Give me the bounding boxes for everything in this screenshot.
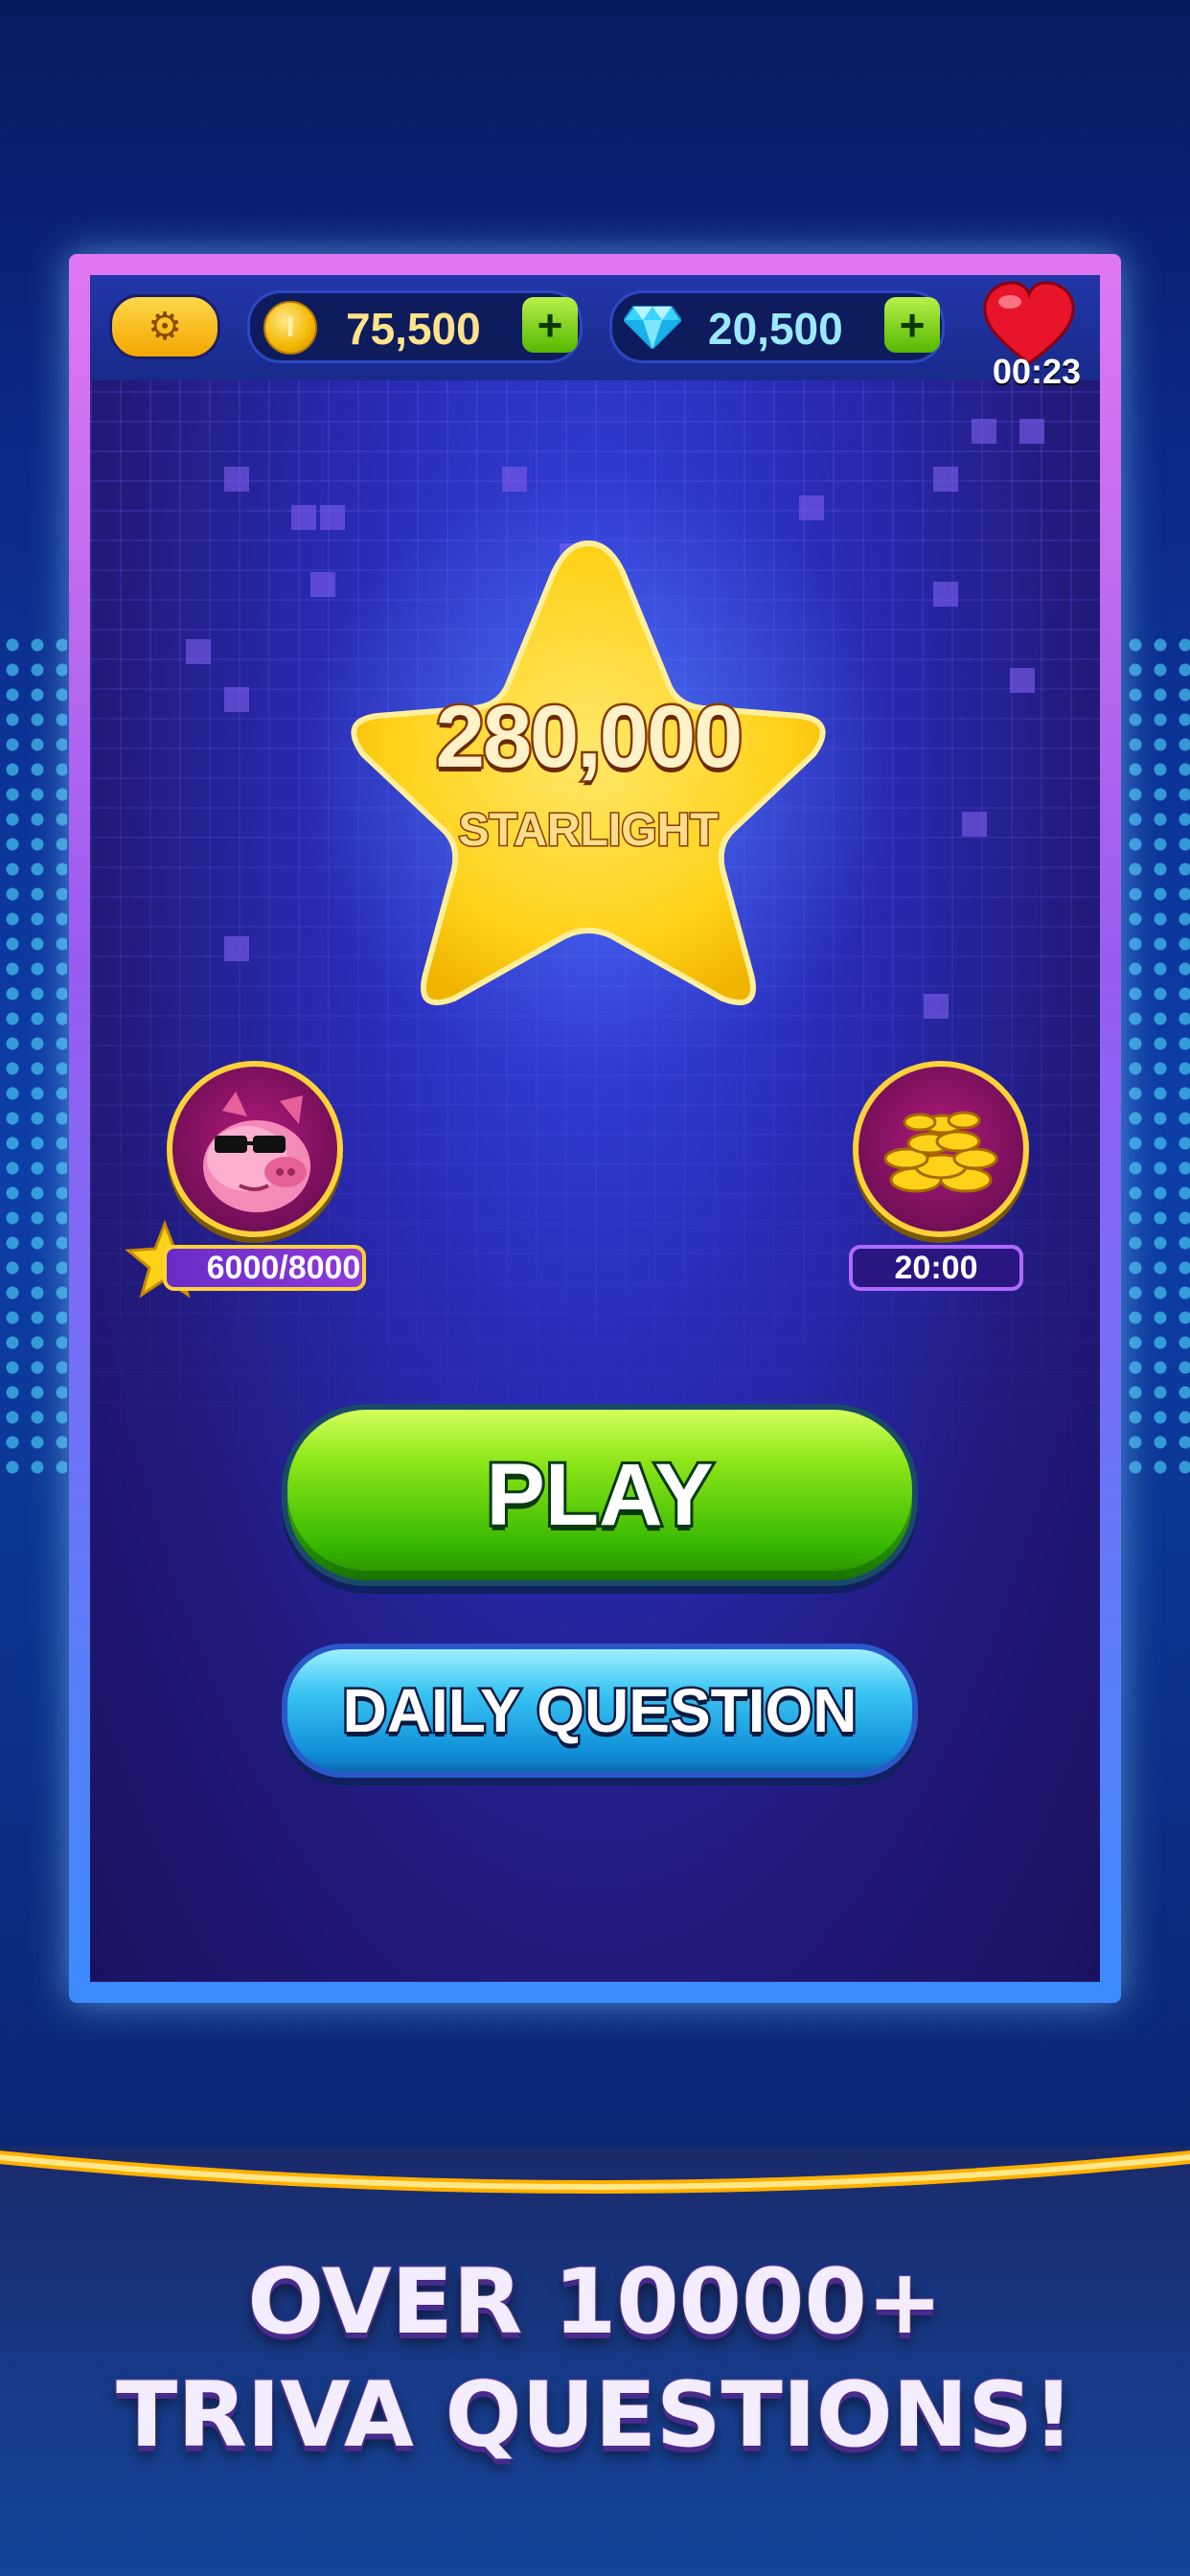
diamond-icon [624,306,681,349]
settings-button[interactable]: ⚙ [109,294,220,359]
play-button[interactable]: PLAY [282,1404,918,1586]
grid-tile [186,639,211,664]
coins-value: 75,500 [346,304,481,354]
game-screen: ⚙ I 75,500 + 20,500 + 00:23 280,000 STAR… [90,275,1100,1982]
daily-question-button[interactable]: DAILY QUESTION [282,1644,918,1778]
promo-headline-line2: TRIVA QUESTIONS! [115,2362,1075,2469]
right-dot-pattern [1123,632,1190,1476]
coin-reward-timer: 20:00 [849,1245,1023,1291]
coin-reward-button[interactable] [853,1061,1029,1237]
phone-frame: ⚙ I 75,500 + 20,500 + 00:23 280,000 STAR… [69,254,1121,2003]
top-bar: ⚙ I 75,500 + 20,500 + 00:23 [90,275,1100,391]
promo-headline-line1: OVER 10000+ [246,2249,943,2356]
gems-counter: 20,500 + [609,290,945,363]
piggy-progress-badge: 6000/8000 [163,1245,366,1291]
piggy-bank-icon [203,1092,310,1212]
coins-counter: I 75,500 + [247,290,583,363]
gems-value: 20,500 [708,304,843,354]
score-value: 280,000 [433,686,745,789]
score-label: STARLIGHT [457,804,720,858]
lives-timer: 00:23 [992,352,1081,391]
coin-icon: I [263,301,317,355]
gear-icon: ⚙ [148,306,182,348]
grid-tile [1019,419,1044,444]
gold-arc-divider [0,2150,1190,2194]
piggy-bank-button[interactable] [167,1061,343,1237]
grid-tile [1010,668,1035,693]
grid-tile [972,419,996,444]
add-gems-button[interactable]: + [884,297,940,353]
add-coins-button[interactable]: + [522,297,578,353]
left-dot-pattern [0,632,67,1476]
gold-coins-icon [883,1111,998,1193]
